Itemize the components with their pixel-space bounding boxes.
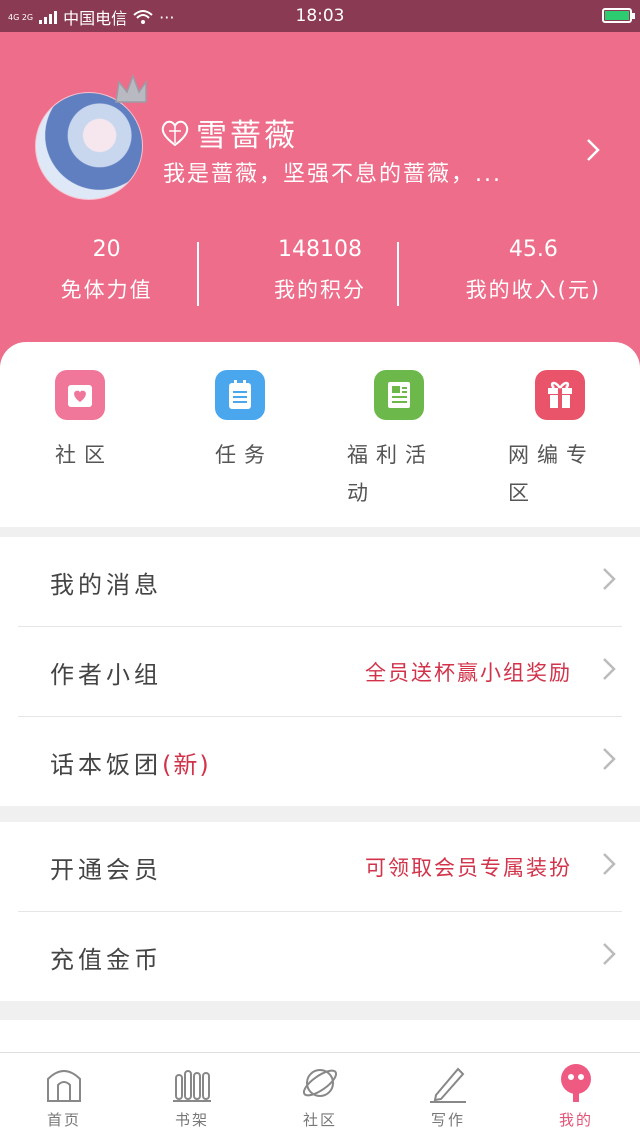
chevron-right-icon: [603, 943, 616, 965]
battery-icon: [602, 8, 635, 23]
tab-label: 我的: [558, 1111, 593, 1129]
bookshelf-icon: [173, 1070, 211, 1102]
quick-action-editor-zone[interactable]: 网编专区: [508, 370, 618, 512]
stat-label: 我的积分: [273, 278, 366, 302]
menu-row-membership[interactable]: 开通会员 可领取会员专属装扮: [18, 822, 622, 912]
profile-icon: [561, 1064, 591, 1102]
avatar[interactable]: [35, 92, 143, 200]
tab-label: 首页: [46, 1111, 81, 1129]
chevron-right-icon: [603, 853, 616, 875]
clipboard-icon: [215, 370, 265, 420]
quick-action-welfare[interactable]: 福利活动: [347, 370, 457, 512]
menu-row-recharge[interactable]: 充值金币: [18, 912, 622, 1001]
quick-action-label: 福利活动: [347, 443, 434, 505]
heart-card-icon: [55, 370, 105, 420]
menu-row-label: 话本饭团(新): [50, 745, 211, 780]
status-bar: 4G 2G 中国电信 ··· 18:03: [0, 0, 640, 32]
stats-divider: [197, 242, 199, 306]
stat-stamina[interactable]: 20 免体力值: [0, 237, 213, 304]
promo-text: 可领取会员专属装扮: [365, 856, 572, 880]
menu-row-label: 我的消息: [50, 571, 162, 599]
quick-action-label: 社区: [55, 443, 113, 467]
menu-row-label: 作者小组: [50, 661, 162, 689]
quick-action-tasks[interactable]: 任务: [215, 370, 325, 474]
chevron-right-icon: [603, 658, 616, 680]
stat-label: 免体力值: [60, 278, 153, 302]
menu-row-label: 开通会员: [50, 856, 162, 884]
stats-row: 20 免体力值 148108 我的积分 45.6 我的收入(元): [0, 237, 640, 304]
menu-row-label: 充值金币: [50, 946, 162, 974]
quick-action-label: 任务: [215, 443, 273, 467]
tab-write[interactable]: 写作: [384, 1053, 512, 1139]
crown-icon: [115, 74, 147, 103]
home-icon: [47, 1070, 81, 1102]
menu-group-account: 开通会员 可领取会员专属装扮 充值金币: [0, 822, 640, 1001]
profile-header[interactable]: 雪蔷薇 我是蔷薇，坚强不息的蔷薇，... 20 免体力值 148108 我的积分…: [0, 32, 640, 392]
quick-action-label: 网编专区: [508, 443, 595, 505]
user-name-row: 雪蔷薇: [160, 110, 298, 155]
bottom-tab-bar: 首页 书架 社区 写作 我的: [0, 1052, 640, 1139]
document-icon: [374, 370, 424, 420]
avatar-wrapper[interactable]: [35, 74, 147, 200]
menu-row-text: 话本饭团: [50, 751, 162, 779]
tab-home[interactable]: 首页: [0, 1053, 128, 1139]
menu-row-fan-club[interactable]: 话本饭团(新): [18, 717, 622, 806]
user-bio: 我是蔷薇，坚强不息的蔷薇，...: [163, 162, 502, 187]
menu-group-social: 我的消息 作者小组 全员送杯赢小组奖励 话本饭团(新): [0, 537, 640, 806]
tab-profile[interactable]: 我的: [512, 1053, 640, 1139]
stats-divider: [397, 242, 399, 306]
pen-icon: [430, 1067, 466, 1103]
quick-action-community[interactable]: 社区: [55, 370, 165, 474]
stat-income[interactable]: 45.6 我的收入(元): [427, 237, 640, 304]
user-name: 雪蔷薇: [196, 118, 298, 154]
chevron-right-icon: [603, 748, 616, 770]
promo-text: 全员送杯赢小组奖励: [365, 661, 572, 685]
tab-bookshelf[interactable]: 书架: [128, 1053, 256, 1139]
stat-label: 我的收入(元): [465, 278, 602, 302]
tab-label: 书架: [174, 1111, 209, 1129]
stat-value: 148108: [278, 237, 362, 262]
tab-label: 写作: [430, 1111, 465, 1129]
quick-actions-panel: 社区 任务 福利活动 网编专区: [0, 342, 640, 527]
clock: 18:03: [295, 6, 345, 26]
gift-icon: [535, 370, 585, 420]
heart-icon: [161, 120, 189, 146]
tab-label: 社区: [302, 1111, 337, 1129]
new-badge: (新): [162, 751, 211, 779]
chevron-right-icon[interactable]: [586, 138, 600, 162]
menu-row-messages[interactable]: 我的消息: [18, 537, 622, 627]
stat-value: 20: [92, 237, 121, 262]
planet-icon: [302, 1069, 338, 1097]
stat-points[interactable]: 148108 我的积分: [213, 237, 426, 304]
tab-community[interactable]: 社区: [256, 1053, 384, 1139]
menu-row-author-group[interactable]: 作者小组 全员送杯赢小组奖励: [18, 627, 622, 717]
stat-value: 45.6: [508, 237, 558, 262]
chevron-right-icon: [603, 568, 616, 590]
